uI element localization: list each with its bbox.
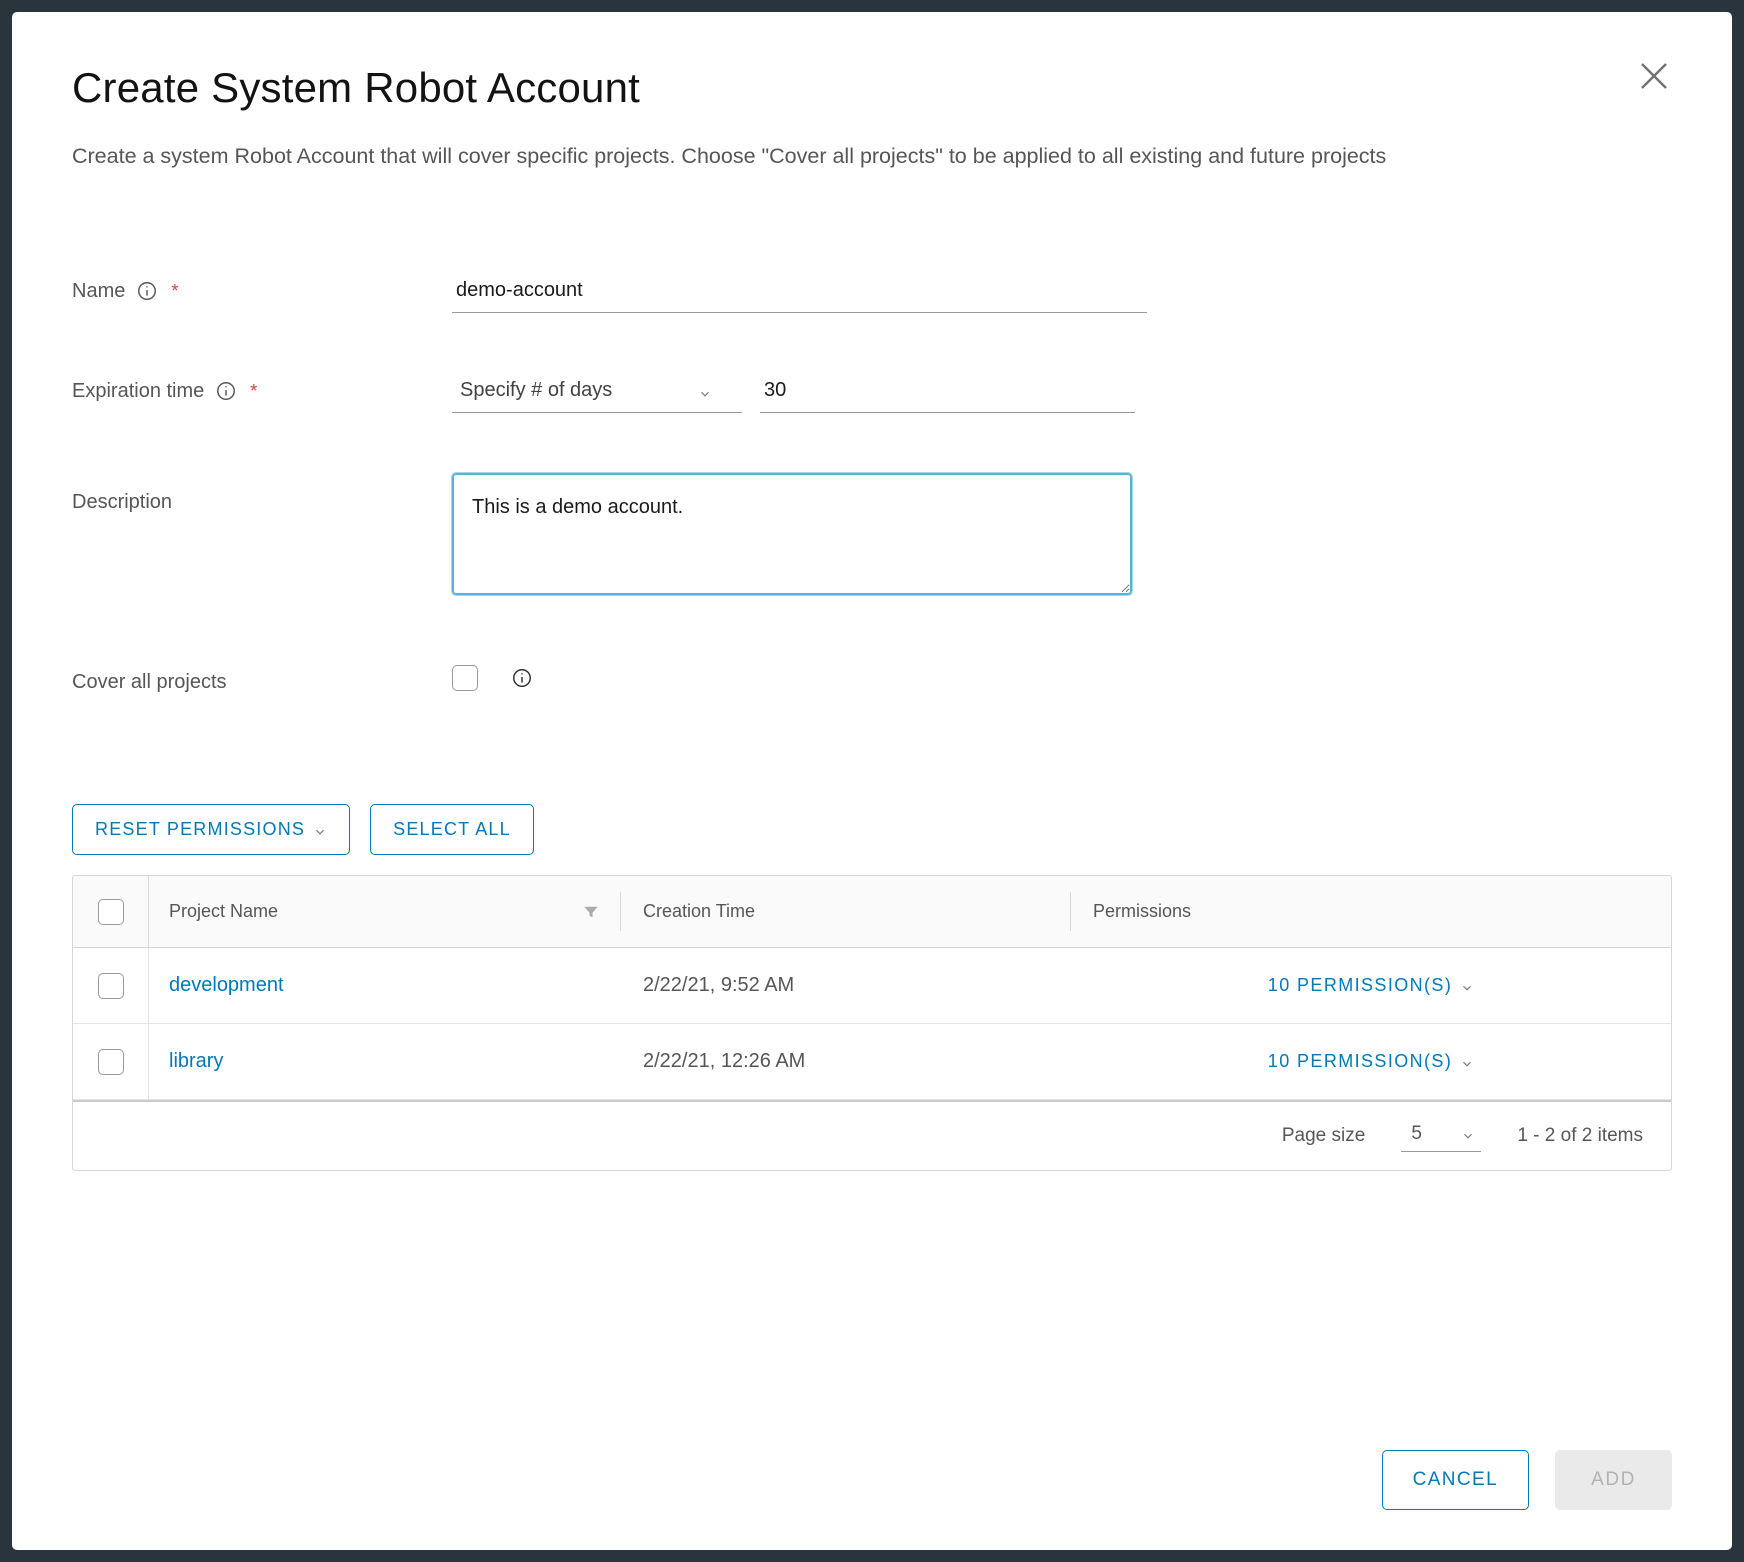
creation-time-header[interactable]: Creation Time [621, 892, 1071, 931]
permissions-header: Permissions [1071, 892, 1671, 931]
table-row: library 2/22/21, 12:26 AM 10 PERMISSION(… [73, 1024, 1671, 1100]
required-asterisk: * [250, 381, 257, 402]
expiration-row: Expiration time * Specify # of days [72, 373, 1672, 413]
expiration-days-input[interactable] [760, 373, 1135, 413]
description-label-text: Description [72, 491, 172, 514]
creation-time-cell: 2/22/21, 12:26 AM [621, 1050, 1071, 1073]
info-icon[interactable] [214, 379, 238, 403]
project-name-header-label: Project Name [169, 901, 278, 922]
chevron-down-icon [1460, 1055, 1474, 1069]
page-size-select[interactable]: 5 [1401, 1121, 1481, 1152]
required-asterisk: * [171, 281, 178, 302]
description-textarea[interactable] [452, 473, 1132, 595]
permissions-dropdown[interactable]: 10 PERMISSION(S) [1268, 1051, 1474, 1072]
page-size-label: Page size [1282, 1125, 1365, 1147]
info-icon[interactable] [135, 279, 159, 303]
modal-subtitle: Create a system Robot Account that will … [72, 140, 1672, 173]
table-row: development 2/22/21, 9:52 AM 10 PERMISSI… [73, 948, 1671, 1024]
project-name-link[interactable]: library [149, 1050, 621, 1073]
expiration-mode-label: Specify # of days [460, 379, 612, 402]
chevron-down-icon [1461, 1127, 1475, 1141]
cover-all-checkbox[interactable] [452, 665, 478, 691]
table-footer: Page size 5 1 - 2 of 2 items [73, 1100, 1671, 1170]
modal-title: Create System Robot Account [72, 64, 1672, 112]
expiration-mode-select[interactable]: Specify # of days [452, 373, 742, 413]
chevron-down-icon [1460, 979, 1474, 993]
creation-time-cell: 2/22/21, 9:52 AM [621, 974, 1071, 997]
select-all-checkbox[interactable] [98, 899, 124, 925]
cover-all-label: Cover all projects [72, 665, 452, 694]
projects-table: Project Name Creation Time Permissions d… [72, 875, 1672, 1171]
permissions-count-label: 10 PERMISSION(S) [1268, 1051, 1452, 1072]
page-size-value: 5 [1411, 1123, 1422, 1145]
info-icon[interactable] [510, 666, 534, 690]
table-header: Project Name Creation Time Permissions [73, 876, 1671, 948]
creation-time-header-label: Creation Time [643, 901, 755, 922]
reset-permissions-button[interactable]: RESET PERMISSIONS [72, 804, 350, 855]
cover-all-row: Cover all projects [72, 665, 1672, 694]
permissions-header-label: Permissions [1093, 901, 1191, 922]
description-label: Description [72, 473, 452, 514]
expiration-label-text: Expiration time [72, 380, 204, 403]
permissions-count-label: 10 PERMISSION(S) [1268, 975, 1452, 996]
cancel-button[interactable]: CANCEL [1382, 1450, 1529, 1510]
project-name-header[interactable]: Project Name [149, 892, 621, 931]
select-all-label: SELECT ALL [393, 819, 511, 840]
cover-all-label-text: Cover all projects [72, 671, 227, 694]
select-all-header [73, 876, 149, 947]
filter-icon[interactable] [582, 903, 600, 921]
close-icon[interactable] [1636, 58, 1672, 94]
name-input[interactable] [452, 273, 1147, 313]
project-name-link[interactable]: development [149, 974, 621, 997]
chevron-down-icon [313, 823, 327, 837]
row-checkbox[interactable] [98, 1049, 124, 1075]
permissions-dropdown[interactable]: 10 PERMISSION(S) [1268, 975, 1474, 996]
name-label: Name * [72, 273, 452, 303]
add-button[interactable]: ADD [1555, 1450, 1672, 1510]
expiration-label: Expiration time * [72, 373, 452, 403]
name-row: Name * [72, 273, 1672, 313]
permissions-actions: RESET PERMISSIONS SELECT ALL [72, 804, 1672, 855]
select-all-button[interactable]: SELECT ALL [370, 804, 534, 855]
description-row: Description [72, 473, 1672, 595]
chevron-down-icon [698, 384, 712, 398]
modal-footer: CANCEL ADD [72, 1410, 1672, 1510]
reset-permissions-label: RESET PERMISSIONS [95, 819, 305, 840]
create-robot-account-modal: Create System Robot Account Create a sys… [12, 12, 1732, 1550]
name-label-text: Name [72, 280, 125, 303]
pagination-range: 1 - 2 of 2 items [1517, 1125, 1643, 1147]
row-checkbox[interactable] [98, 973, 124, 999]
